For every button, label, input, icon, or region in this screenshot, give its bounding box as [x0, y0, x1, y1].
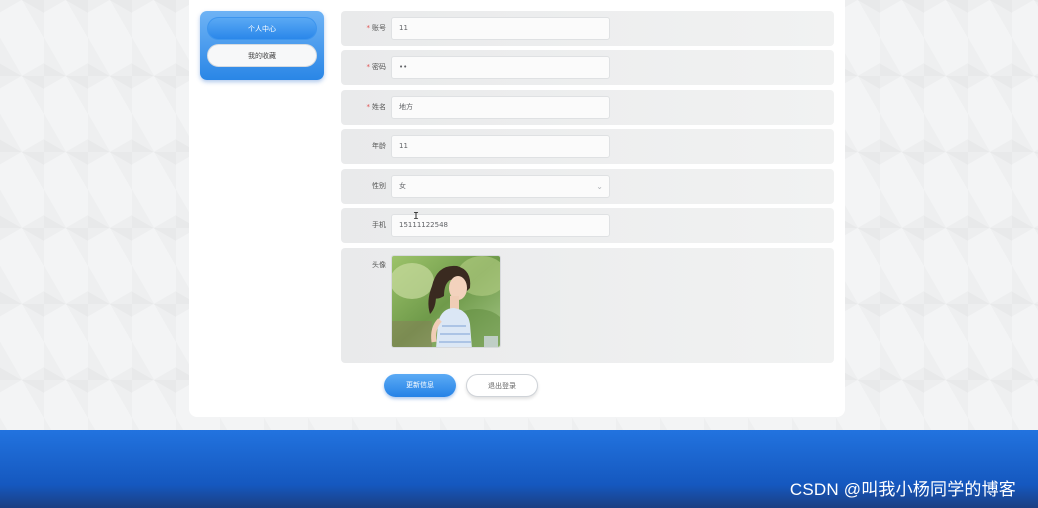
form-row-name: * 姓名 地方: [341, 90, 834, 125]
name-input[interactable]: 地方: [391, 96, 610, 119]
form-row-account: * 账号 11: [341, 11, 834, 46]
watermark-text: CSDN @叫我小杨同学的博客: [789, 480, 1016, 499]
update-info-button[interactable]: 更新信息: [384, 374, 456, 397]
avatar-label: 头像: [372, 261, 386, 269]
phone-label: 手机: [372, 221, 386, 229]
avatar-photo: [392, 256, 500, 347]
sidebar-item-personal-center[interactable]: 个人中心: [207, 17, 317, 40]
age-input[interactable]: 11: [391, 135, 610, 158]
avatar-upload-image[interactable]: [391, 255, 501, 348]
sidebar-item-my-favorites[interactable]: 我的收藏: [207, 44, 317, 67]
chevron-down-icon: ⌄: [596, 182, 603, 191]
text-cursor-icon: I: [413, 211, 420, 222]
age-label: 年龄: [372, 142, 386, 150]
account-input[interactable]: 11: [391, 17, 610, 40]
password-label: * 密码: [366, 63, 387, 71]
name-label: * 姓名: [366, 103, 387, 111]
gender-select-value: 女: [399, 182, 406, 190]
gender-select[interactable]: 女 ⌄: [391, 175, 610, 198]
password-input[interactable]: ••: [391, 56, 610, 79]
sidebar-item-label: 个人中心: [248, 25, 276, 33]
form-row-avatar: 头像: [341, 248, 834, 363]
sidebar-item-label: 我的收藏: [248, 52, 276, 60]
account-label: * 账号: [366, 24, 387, 32]
gender-label: 性别: [372, 182, 386, 190]
required-mark: *: [366, 24, 371, 32]
phone-input[interactable]: 15111122548: [391, 214, 610, 237]
required-mark: *: [366, 103, 371, 111]
page-footer: CSDN @叫我小杨同学的博客: [0, 430, 1038, 508]
form-row-age: 年龄 11: [341, 129, 834, 164]
logout-button[interactable]: 退出登录: [466, 374, 538, 397]
required-mark: *: [366, 63, 371, 71]
form-row-password: * 密码 ••: [341, 50, 834, 85]
form-row-gender: 性别 女 ⌄: [341, 169, 834, 204]
sidebar-menu: 个人中心 我的收藏: [200, 11, 324, 80]
